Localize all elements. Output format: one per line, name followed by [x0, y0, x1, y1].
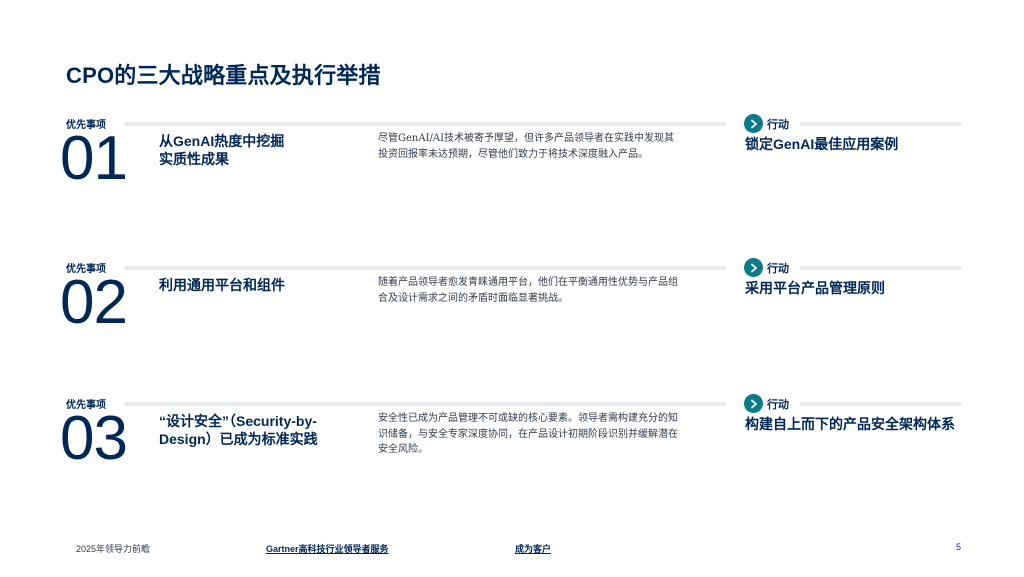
action-label: 行动: [767, 119, 789, 131]
chevron-right-icon: [744, 394, 763, 413]
action-text: 构建自上而下的产品安全架构体系: [745, 416, 955, 432]
footer-link-become-client[interactable]: 成为客户: [515, 542, 551, 555]
priority-number: 02: [60, 268, 128, 337]
divider: [124, 266, 726, 270]
action-label: 行动: [767, 263, 789, 275]
priority-description: 安全性已成为产品管理不可或缺的核心要素。领导者需构建充分的知识储备，与安全专家深…: [378, 413, 678, 455]
divider: [124, 122, 726, 126]
footer-link-gartner-service[interactable]: Gartner高科技行业领导者服务: [266, 542, 389, 555]
divider: [800, 402, 962, 406]
priority-title: 利用通用平台和组件: [159, 277, 285, 293]
action-label: 行动: [767, 399, 789, 411]
footer-text: 2025年领导力前瞻: [76, 544, 151, 554]
priority-title: 从GenAI热度中挖掘 实质性成果: [159, 132, 359, 168]
action-text: 采用平台产品管理原则: [745, 280, 885, 296]
divider: [800, 122, 962, 126]
chevron-right-icon: [744, 114, 763, 133]
chevron-right-icon: [744, 258, 763, 277]
page-title: CPO的三大战略重点及执行举措: [66, 63, 381, 88]
priority-number: 01: [60, 124, 128, 193]
priority-number: 03: [60, 404, 128, 473]
priority-row-1: 优先事项 01 从GenAI热度中挖掘 实质性成果 尽管GenAI/AI技术被寄…: [0, 114, 1024, 246]
priority-description: 随着产品领导者愈发青睐通用平台，他们在平衡通用性优势与产品组合及设计需求之间的矛…: [378, 277, 678, 304]
divider: [800, 266, 962, 270]
priority-row-2: 优先事项 02 利用通用平台和组件 随着产品领导者愈发青睐通用平台，他们在平衡通…: [0, 258, 1024, 390]
divider: [124, 402, 726, 406]
priority-title-text: 从GenAI热度中挖掘 实质性成果: [159, 133, 285, 167]
page-number: 5: [956, 542, 962, 552]
priority-title: “设计安全”（Security-by-Design）已成为标准实践: [159, 413, 318, 447]
priority-description: 尽管GenAI/AI技术被寄予厚望，但许多产品领导者在实践中发现其投资回报率未达…: [378, 133, 675, 160]
priority-row-3: 优先事项 03 “设计安全”（Security-by-Design）已成为标准实…: [0, 394, 1024, 526]
action-text: 锁定GenAI最佳应用案例: [745, 136, 899, 152]
